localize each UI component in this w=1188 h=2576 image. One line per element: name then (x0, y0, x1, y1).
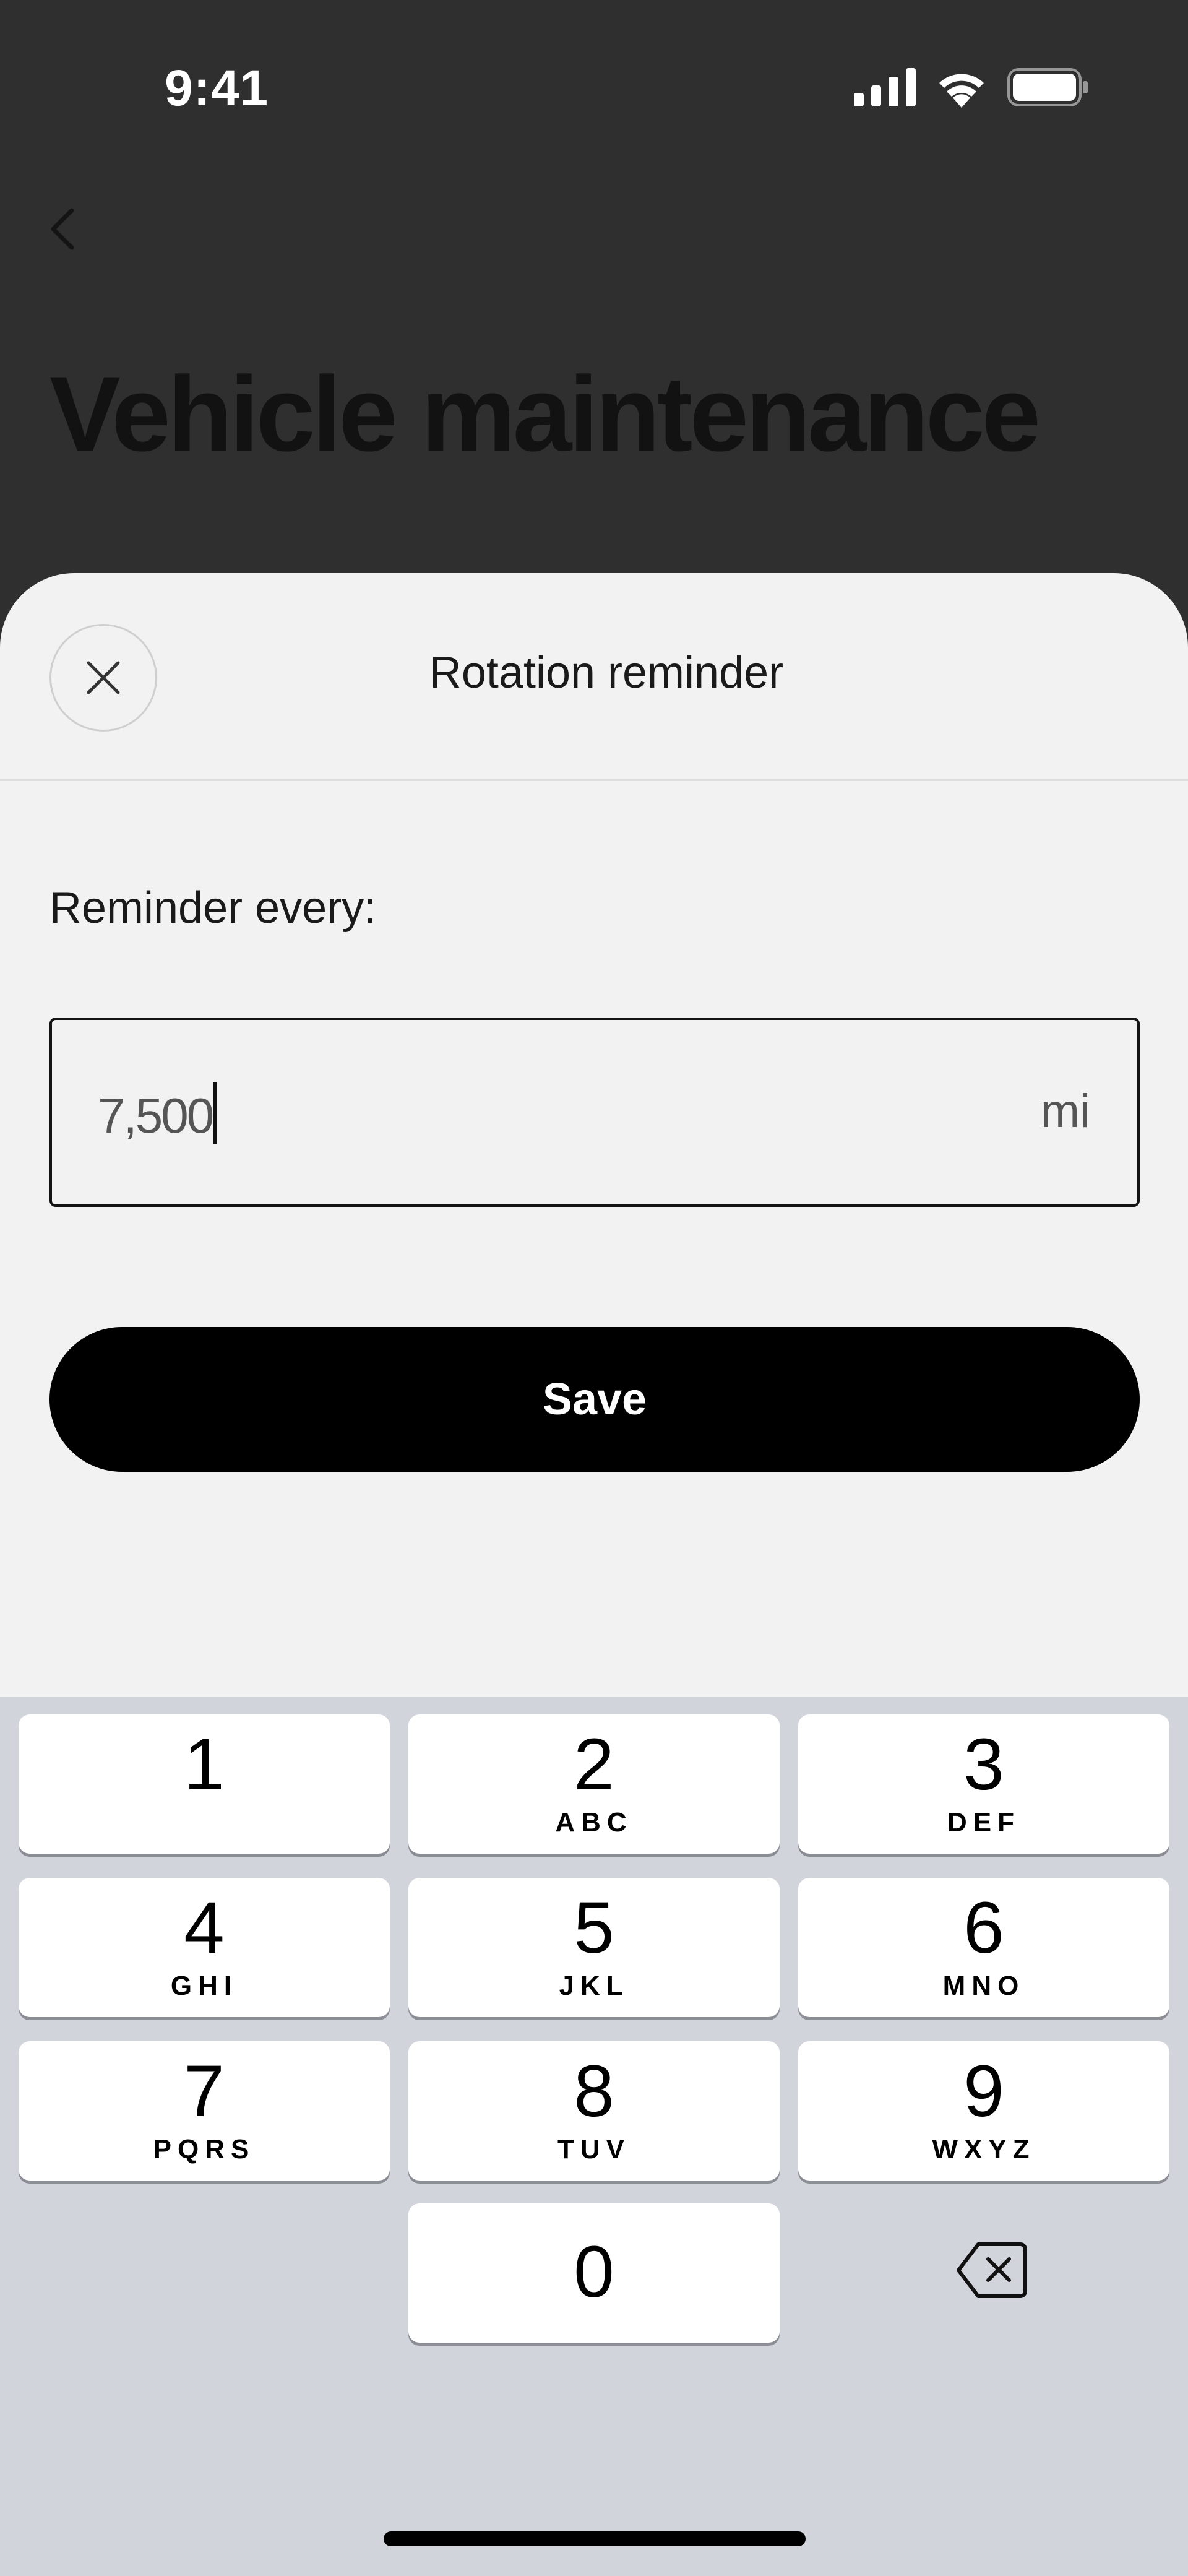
key-digit: 3 (963, 1724, 1004, 1805)
cellular-signal-icon (854, 68, 916, 106)
key-7[interactable]: 7 PQRS (19, 2041, 390, 2181)
key-letters: DEF (947, 1807, 1020, 1838)
key-8[interactable]: 8 TUV (408, 2041, 780, 2181)
wifi-icon (939, 74, 984, 108)
key-6[interactable]: 6 MNO (798, 1878, 1169, 2017)
input-unit: mi (1040, 1085, 1090, 1138)
key-4[interactable]: 4 GHI (19, 1878, 390, 2017)
reminder-distance-input[interactable]: 7,500 mi (50, 1018, 1140, 1207)
input-value: 7,500 (98, 1088, 214, 1143)
status-icons (854, 67, 1089, 108)
key-5[interactable]: 5 JKL (408, 1878, 780, 2017)
key-digit: 0 (574, 2231, 614, 2313)
text-caret (213, 1082, 218, 1144)
key-letters: WXYZ (932, 2134, 1036, 2164)
key-2[interactable]: 2 ABC (408, 1714, 780, 1854)
page-title: Vehicle maintenance (50, 355, 1041, 473)
key-digit: 9 (963, 2051, 1004, 2132)
home-indicator (384, 2531, 806, 2546)
key-letters: MNO (942, 1971, 1025, 2001)
backspace-icon (957, 2242, 1027, 2298)
battery-icon (1007, 68, 1088, 106)
chevron-left-icon (51, 208, 74, 250)
key-letters: GHI (170, 1971, 238, 2001)
key-digit: 5 (574, 1887, 614, 1969)
key-digit: 2 (574, 1724, 614, 1805)
input-value-wrap: 7,500 (98, 1082, 218, 1144)
key-digit: 6 (963, 1887, 1004, 1969)
rotation-reminder-sheet: Rotation reminder Reminder every: 7,500 … (0, 573, 1188, 1697)
reminder-label: Reminder every: (50, 883, 377, 933)
key-letters: PQRS (153, 2134, 256, 2164)
save-button[interactable]: Save (50, 1327, 1140, 1472)
key-1[interactable]: 1 (19, 1714, 390, 1854)
key-digit: 4 (184, 1887, 225, 1969)
back-button[interactable] (43, 198, 80, 260)
key-digit: 7 (184, 2051, 225, 2132)
key-3[interactable]: 3 DEF (798, 1714, 1169, 1854)
key-letters: TUV (557, 2134, 631, 2164)
background-page: 9:41 Vehicle maintenance (0, 0, 1188, 619)
key-letters: JKL (559, 1971, 629, 2001)
status-time: 9:41 (165, 60, 269, 116)
key-9[interactable]: 9 WXYZ (798, 2041, 1169, 2181)
key-0[interactable]: 0 (408, 2203, 780, 2343)
key-letters: ABC (555, 1807, 633, 1838)
backspace-key[interactable] (956, 2241, 1028, 2300)
sheet-header: Rotation reminder (0, 573, 1188, 781)
sheet-title: Rotation reminder (429, 648, 784, 698)
key-digit: 8 (574, 2051, 614, 2132)
key-digit: 1 (184, 1724, 225, 1805)
